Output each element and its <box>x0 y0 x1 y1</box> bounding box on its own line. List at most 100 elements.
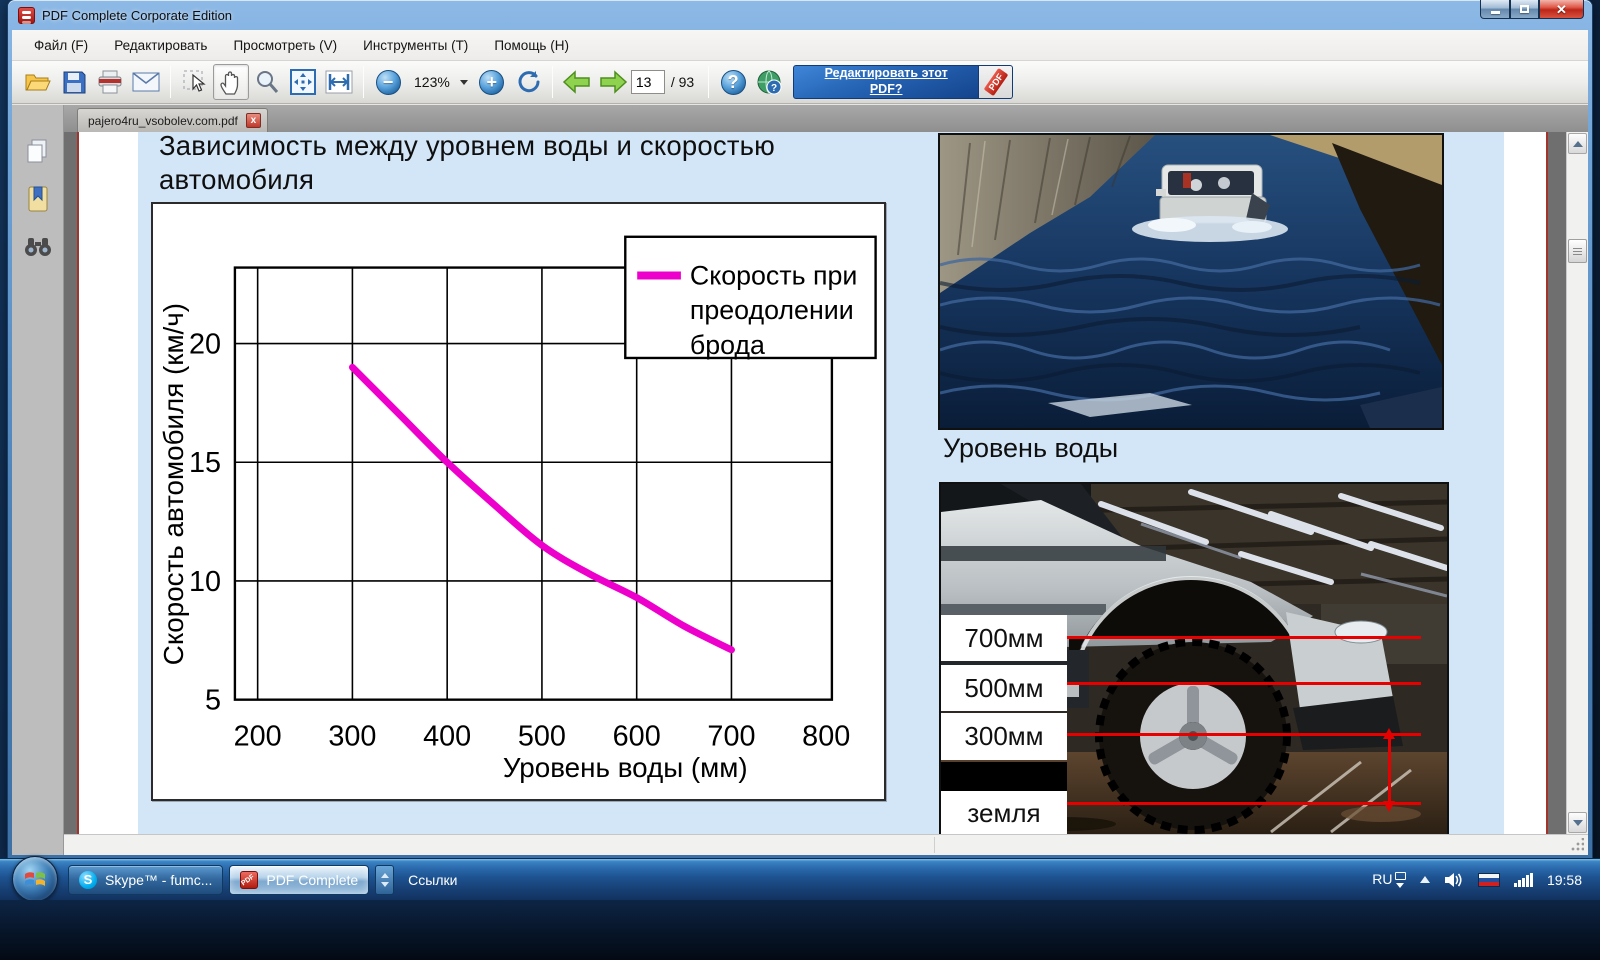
menu-view[interactable]: Просмотреть (V) <box>221 34 349 57</box>
level-line-300 <box>1065 733 1421 736</box>
title-bar[interactable]: PDF Complete Corporate Edition ✕ <box>8 0 1592 30</box>
save-button[interactable] <box>56 64 92 100</box>
hand-tool-button[interactable] <box>213 64 249 100</box>
previous-page-button[interactable] <box>559 64 595 100</box>
close-button[interactable]: ✕ <box>1539 0 1584 19</box>
menu-bar: Файл (F) Редактировать Просмотреть (V) И… <box>12 30 1588 61</box>
zoom-level[interactable]: 123% <box>414 74 450 90</box>
svg-text:10: 10 <box>189 566 221 598</box>
menu-help[interactable]: Помощь (Н) <box>482 34 581 57</box>
refresh-button[interactable] <box>510 64 546 100</box>
pages-icon <box>25 138 51 164</box>
taskbar-pdf-button[interactable]: PDF Complete <box>229 865 369 895</box>
keyboard-layout-icon <box>1395 872 1406 880</box>
document-tab[interactable]: pajero4ru_vsobolev.com.pdf x <box>77 108 268 132</box>
svg-text:Скорость при: Скорость при <box>690 260 858 290</box>
level-label-300: 300мм <box>941 713 1067 760</box>
tab-bar: pajero4ru_vsobolev.com.pdf x <box>64 105 1588 132</box>
scroll-up-button[interactable] <box>1568 133 1587 154</box>
zoom-in-button[interactable]: + <box>474 64 510 100</box>
taskbar: S Skype™ - fumc... PDF Complete Ссылки R… <box>0 858 1600 900</box>
tab-close-button[interactable]: x <box>246 113 261 128</box>
toolbar-expand-button[interactable] <box>375 865 394 895</box>
toolbar-separator <box>363 66 364 98</box>
page-total: / 93 <box>671 74 694 90</box>
slide-title: Зависимость между уровнем воды и скорост… <box>159 132 989 197</box>
show-hidden-icons-button[interactable] <box>1420 876 1430 883</box>
next-page-button[interactable] <box>595 64 631 100</box>
globe-help-icon: ? <box>756 69 783 96</box>
select-tool-button[interactable] <box>177 64 213 100</box>
bookmarks-panel-button[interactable] <box>22 183 54 215</box>
zoom-out-button[interactable]: − <box>370 64 406 100</box>
menu-file[interactable]: Файл (F) <box>22 34 100 57</box>
skype-icon: S <box>79 871 97 889</box>
vertical-scrollbar[interactable] <box>1566 132 1588 834</box>
minimize-button[interactable] <box>1480 0 1510 19</box>
resize-grip[interactable] <box>1570 838 1584 852</box>
start-button[interactable] <box>12 856 58 902</box>
document-viewport: Зависимость между уровнем воды и скорост… <box>64 132 1566 834</box>
refresh-icon <box>515 69 541 95</box>
pdf-complete-window: PDF Complete Corporate Edition ✕ Файл (F… <box>8 0 1592 858</box>
ford-crossing-photo <box>938 133 1444 430</box>
scroll-down-button[interactable] <box>1568 812 1587 833</box>
water-level-photo: 700мм 500мм 300мм земля <box>939 482 1449 834</box>
search-panel-button[interactable] <box>22 231 54 263</box>
level-label-500: 500мм <box>941 665 1067 711</box>
clearance-arrow <box>1388 737 1391 803</box>
fit-page-button[interactable] <box>285 64 321 100</box>
page-number-input[interactable] <box>631 70 665 94</box>
menu-tools[interactable]: Инструменты (Т) <box>351 34 480 57</box>
svg-text:20: 20 <box>189 328 221 360</box>
clock[interactable]: 19:58 <box>1547 872 1582 888</box>
pdf-complete-icon <box>240 871 258 889</box>
chevron-down-icon <box>381 882 389 887</box>
email-button[interactable] <box>128 64 164 100</box>
horizontal-scrollbar[interactable] <box>64 834 1588 855</box>
web-help-button[interactable]: ? <box>751 64 787 100</box>
chart-canvas: 2003004005006007008005101520Скорость при… <box>153 204 884 799</box>
open-button[interactable] <box>20 64 56 100</box>
svg-text:600: 600 <box>613 720 661 752</box>
vertical-scroll-thumb[interactable] <box>1568 239 1587 263</box>
zoom-dropdown-caret[interactable] <box>460 80 468 85</box>
hand-tool-icon <box>219 69 243 95</box>
arrow-down-icon <box>1573 820 1583 826</box>
network-signal-icon[interactable] <box>1514 873 1533 887</box>
fit-width-button[interactable] <box>321 64 357 100</box>
app-icon <box>18 7 35 24</box>
arrow-up-icon <box>1573 141 1583 147</box>
fit-width-icon <box>325 70 353 94</box>
taskbar-skype-button[interactable]: S Skype™ - fumc... <box>68 865 223 895</box>
edit-pdf-banner[interactable]: Редактировать этот PDF? <box>793 65 1013 99</box>
zoom-tool-button[interactable] <box>249 64 285 100</box>
pages-panel-button[interactable] <box>22 135 54 167</box>
volume-icon[interactable] <box>1444 872 1464 888</box>
svg-text:15: 15 <box>189 447 221 479</box>
edit-pdf-banner-text: Редактировать этот PDF? <box>793 65 979 99</box>
forward-arrow-icon <box>598 70 628 94</box>
binoculars-icon <box>24 235 52 259</box>
svg-text:500: 500 <box>518 720 566 752</box>
toolbar: − 123% + / 93 ? ? <box>12 61 1588 104</box>
document-area: pajero4ru_vsobolev.com.pdf x Зависимость… <box>64 105 1588 855</box>
ford-crossing-illustration <box>940 135 1442 428</box>
close-icon: ✕ <box>1556 3 1567 16</box>
svg-text:200: 200 <box>234 720 282 752</box>
level-line-700 <box>1065 636 1421 639</box>
russian-flag-icon[interactable] <box>1478 873 1500 887</box>
maximize-button[interactable] <box>1510 0 1539 19</box>
water-level-caption: Уровень воды <box>943 433 1118 464</box>
level-line-ground <box>1065 802 1421 805</box>
print-button[interactable] <box>92 64 128 100</box>
links-toolbar-label[interactable]: Ссылки <box>408 872 457 888</box>
toolbar-separator <box>170 66 171 98</box>
help-button[interactable]: ? <box>715 64 751 100</box>
menu-edit[interactable]: Редактировать <box>102 34 219 57</box>
svg-text:5: 5 <box>205 685 221 717</box>
window-controls: ✕ <box>1480 0 1584 19</box>
language-indicator[interactable]: RU <box>1372 871 1406 888</box>
help-icon: ? <box>721 70 746 95</box>
bookmark-icon <box>26 185 50 213</box>
